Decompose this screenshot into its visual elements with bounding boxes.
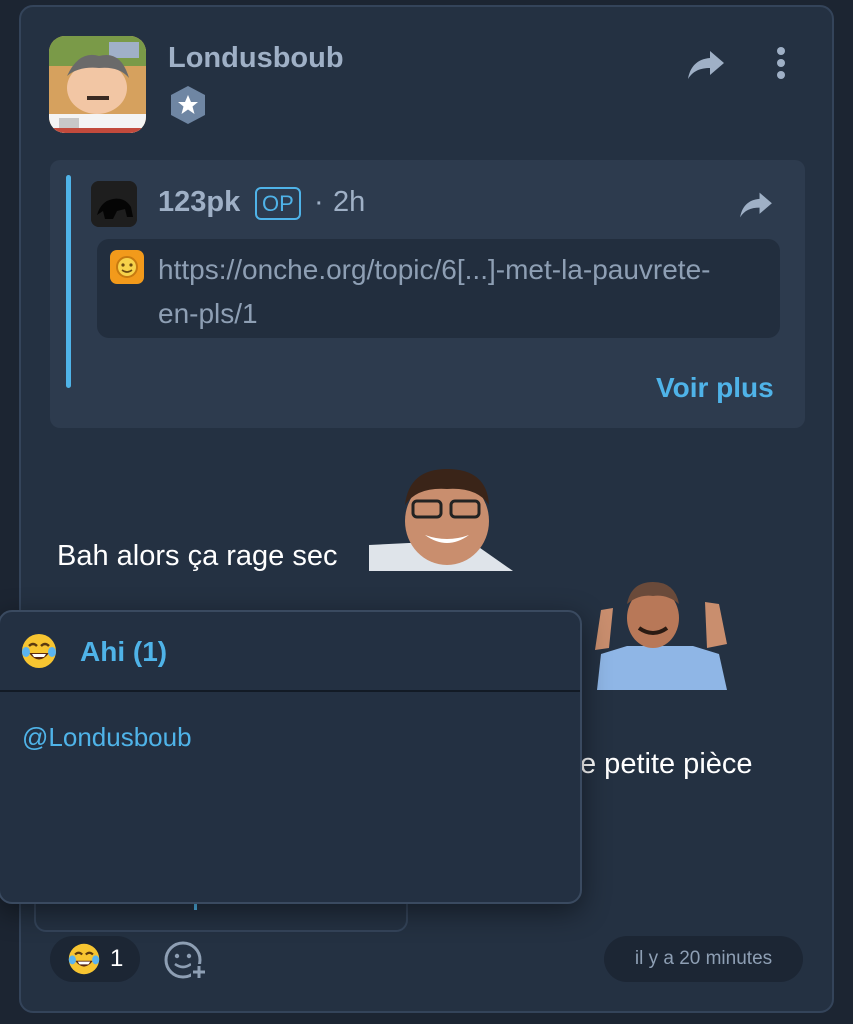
laughing-man-sticker	[587, 580, 733, 690]
more-options-icon[interactable]	[774, 46, 788, 82]
link-url[interactable]: https://onche.org/topic/6[...]-met-la-pa…	[158, 248, 738, 336]
separator-dot: ·	[314, 186, 324, 218]
laughing-crying-face-icon	[20, 632, 58, 670]
reaction-count: 1	[110, 945, 124, 972]
share-quote-icon[interactable]	[737, 190, 775, 220]
reaction-popup: Ahi (1) @Londusboub	[0, 610, 582, 904]
share-icon[interactable]	[686, 48, 726, 82]
reaction-popup-header: Ahi (1)	[0, 612, 580, 692]
quoted-time: 2h	[333, 186, 366, 218]
message-text-line3: e petite pièce	[580, 748, 753, 780]
quoted-author-name[interactable]: 123pk	[158, 186, 240, 219]
add-reaction-icon[interactable]	[163, 940, 207, 980]
voir-plus-link[interactable]: Voir plus	[656, 372, 774, 404]
site-favicon-icon	[110, 250, 144, 284]
smiling-man-sticker	[369, 465, 513, 571]
op-badge: OP	[255, 187, 301, 220]
laughing-crying-face-icon[interactable]	[67, 942, 101, 976]
quote-accent-bar	[66, 175, 71, 388]
reaction-user-link[interactable]: @Londusboub	[22, 722, 192, 753]
post-timestamp: il y a 20 minutes	[604, 936, 803, 982]
author-name[interactable]: Londusboub	[168, 42, 344, 75]
reaction-popup-title: Ahi (1)	[80, 636, 168, 667]
quoted-author-avatar[interactable]	[91, 181, 137, 227]
author-avatar[interactable]	[49, 36, 146, 133]
star-shield-icon	[167, 84, 209, 126]
message-text-line1: Bah alors ça rage sec	[57, 540, 338, 572]
